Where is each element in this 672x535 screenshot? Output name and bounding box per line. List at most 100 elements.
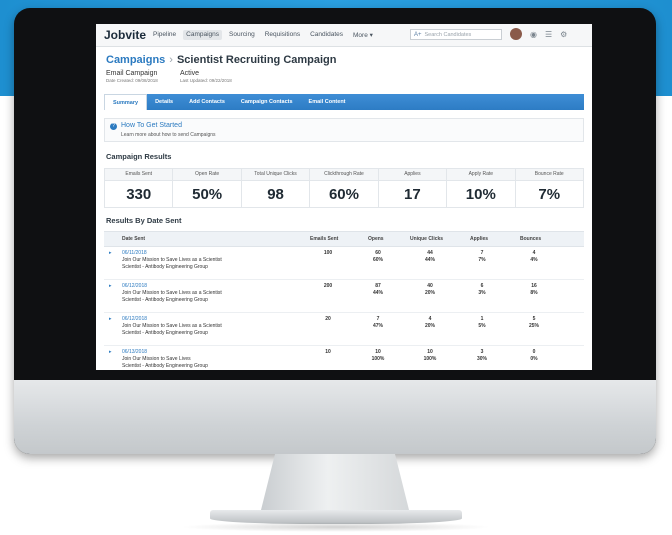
nav-candidates[interactable]: Candidates <box>307 30 346 40</box>
main-nav: Pipeline Campaigns Sourcing Requisitions… <box>150 30 376 40</box>
row-applies: 7 7% <box>478 250 486 263</box>
metric-label: Emails Sent <box>105 169 173 181</box>
campaign-status: Active Last Updated: 09/22/2018 <box>180 70 232 83</box>
row-applies: 3 30% <box>476 349 487 362</box>
tab-details[interactable]: Details <box>147 94 181 110</box>
metric-value: 17 <box>404 186 421 203</box>
results-by-date-heading: Results By Date Sent <box>106 216 182 225</box>
metric-apply-rate: Apply Rate 10% <box>447 169 516 207</box>
campaign-status-value: Active <box>180 70 200 77</box>
row-date-link[interactable]: 06/12/2018 <box>122 283 147 289</box>
row-date-link[interactable]: 06/11/2018 <box>122 250 147 256</box>
metric-bounce-rate: Bounce Rate 7% <box>515 169 583 207</box>
table-header: Date Sent Emails Sent Opens Unique Click… <box>104 231 584 247</box>
row-subject: Join Our Mission to Save Lives <box>122 356 191 362</box>
metric-value: 98 <box>267 186 284 203</box>
row-bounces: 16 8% <box>530 283 538 296</box>
tab-add-contacts[interactable]: Add Contacts <box>181 94 233 110</box>
nav-pipeline[interactable]: Pipeline <box>150 30 179 40</box>
row-opens: 87 44% <box>372 283 383 296</box>
expand-caret-icon[interactable]: ▸ <box>109 250 112 256</box>
metric-value: 330 <box>126 186 152 203</box>
page-title: Scientist Recruiting Campaign <box>176 54 337 66</box>
col-unique-clicks[interactable]: Unique Clicks <box>410 236 443 242</box>
metric-open-rate: Open Rate 50% <box>173 169 242 207</box>
metric-label: Open Rate <box>173 169 241 181</box>
top-nav-bar: Jobvite Pipeline Campaigns Sourcing Requ… <box>96 24 592 47</box>
search-input[interactable]: A+ Search Candidates <box>410 29 502 40</box>
top-icons: ◉ ☰ ⚙ <box>510 28 567 40</box>
col-opens[interactable]: Opens <box>368 236 384 242</box>
metric-label: Apply Rate <box>447 169 515 181</box>
base-shadow <box>180 522 492 532</box>
metric-applies: Applies 17 <box>378 169 448 207</box>
expand-caret-icon[interactable]: ▸ <box>109 349 112 355</box>
tab-bar: Summary Details Add Contacts Campaign Co… <box>104 94 584 110</box>
row-unique-clicks: 40 20% <box>424 283 435 296</box>
row-subject: Join Our Mission to Save Lives as a Scie… <box>122 257 222 263</box>
tab-summary[interactable]: Summary <box>104 94 148 110</box>
search-icon: A+ <box>414 31 422 38</box>
metric-value: 10% <box>465 186 496 203</box>
help-subtitle: Learn more about how to send Campaigns <box>121 132 216 138</box>
metric-label: Applies <box>378 169 447 181</box>
row-date-link[interactable]: 06/13/2018 <box>122 349 147 355</box>
nav-sourcing[interactable]: Sourcing <box>226 30 258 40</box>
row-emails-sent: 200 <box>323 283 333 289</box>
row-bounces: 5 25% <box>528 316 539 329</box>
col-applies[interactable]: Applies <box>470 236 488 242</box>
row-job: Scientist - Antibody Engineering Group <box>122 264 208 270</box>
row-applies: 1 5% <box>478 316 486 329</box>
chevron-down-icon: ▾ <box>369 32 373 39</box>
table-row[interactable]: ▸ 06/11/2018 Join Our Mission to Save Li… <box>104 247 584 280</box>
nav-requisitions[interactable]: Requisitions <box>262 30 303 40</box>
row-opens: 60 60% <box>372 250 383 263</box>
metric-emails-sent: Emails Sent 330 <box>105 169 174 207</box>
avatar[interactable] <box>510 28 522 40</box>
eye-icon[interactable]: ◉ <box>530 30 537 39</box>
metric-value: 60% <box>328 186 359 203</box>
row-unique-clicks: 4 20% <box>424 316 435 329</box>
row-date-link[interactable]: 06/12/2018 <box>122 316 147 322</box>
jobvite-logo[interactable]: Jobvite <box>104 28 146 42</box>
nav-campaigns[interactable]: Campaigns <box>183 30 223 40</box>
page-title-row: Campaigns › Scientist Recruiting Campaign <box>106 54 337 66</box>
table-row[interactable]: ▸ 06/13/2018 Join Our Mission to Save Li… <box>104 346 584 370</box>
list-icon[interactable]: ☰ <box>545 30 552 39</box>
metric-label: Total Unique Clicks <box>241 169 310 181</box>
help-link[interactable]: How To Get Started <box>121 122 182 129</box>
metric-value: 7% <box>538 186 561 203</box>
campaign-results-heading: Campaign Results <box>106 152 172 161</box>
row-job: Scientist - Antibody Engineering Group <box>122 363 208 369</box>
row-job: Scientist - Antibody Engineering Group <box>122 297 208 303</box>
nav-more[interactable]: More ▾ <box>350 30 376 40</box>
app-screen: Jobvite Pipeline Campaigns Sourcing Requ… <box>96 24 592 370</box>
expand-caret-icon[interactable]: ▸ <box>109 316 112 322</box>
table-row[interactable]: ▸ 06/12/2018 Join Our Mission to Save Li… <box>104 313 584 346</box>
help-box: ? How To Get Started Learn more about ho… <box>104 118 584 142</box>
row-bounces: 0 0% <box>530 349 538 362</box>
metric-label: Bounce Rate <box>515 169 583 181</box>
tab-campaign-contacts[interactable]: Campaign Contacts <box>233 94 301 110</box>
col-date-sent[interactable]: Date Sent <box>122 236 145 242</box>
monitor-stand <box>260 454 410 514</box>
row-job: Scientist - Antibody Engineering Group <box>122 330 208 336</box>
row-emails-sent: 10 <box>325 349 331 355</box>
row-subject: Join Our Mission to Save Lives as a Scie… <box>122 290 222 296</box>
tab-email-content[interactable]: Email Content <box>301 94 354 110</box>
col-emails-sent[interactable]: Emails Sent <box>310 236 338 242</box>
gear-icon[interactable]: ⚙ <box>560 30 567 39</box>
search-placeholder: Search Candidates <box>424 31 472 38</box>
col-bounces[interactable]: Bounces <box>520 236 541 242</box>
metric-clickthrough-rate: Clickthrough Rate 60% <box>310 169 379 207</box>
row-unique-clicks: 10 100% <box>423 349 437 362</box>
row-emails-sent: 100 <box>323 250 333 256</box>
info-icon: ? <box>110 123 117 130</box>
results-table: Date Sent Emails Sent Opens Unique Click… <box>104 231 584 370</box>
breadcrumb-campaigns[interactable]: Campaigns <box>106 54 165 66</box>
last-updated: Last Updated: 09/22/2018 <box>180 78 232 83</box>
table-row[interactable]: ▸ 06/12/2018 Join Our Mission to Save Li… <box>104 280 584 313</box>
breadcrumb-separator: › <box>169 54 173 66</box>
expand-caret-icon[interactable]: ▸ <box>109 283 112 289</box>
campaign-type: Email Campaign Date Created: 09/08/2018 <box>106 70 158 83</box>
